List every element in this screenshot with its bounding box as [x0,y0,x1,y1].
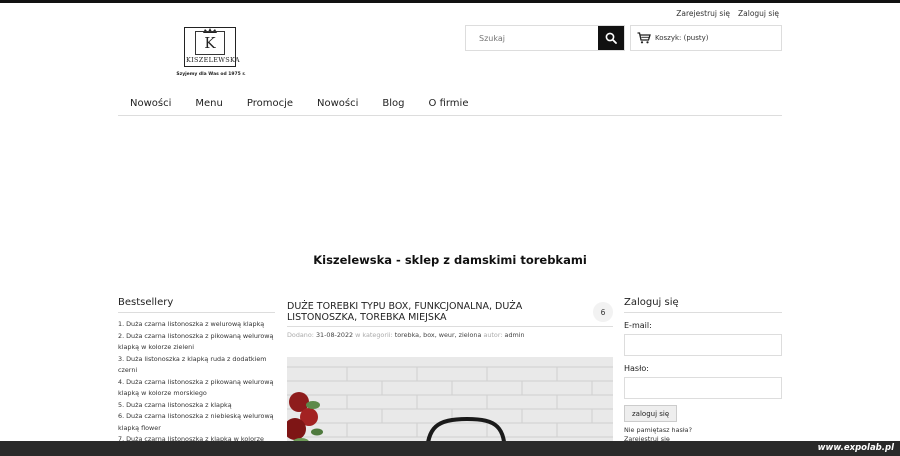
cart-icon [637,32,651,44]
nav-item-nowosci-2[interactable]: Nowości [317,98,358,109]
nav-item-promocje[interactable]: Promocje [247,98,293,109]
logo-tagline: Szyjemy dla Was od 1975 r. [176,72,246,77]
account-links: Zarejestruj się Zaloguj się [676,9,779,18]
list-item[interactable]: 1. Duża czarna listonoszka z welurową kl… [118,319,275,331]
list-item[interactable]: 6. Duża czarna listonoszka z niebieską w… [118,411,275,434]
comment-count-badge[interactable]: 6 [593,302,613,322]
category-label: w kategorii: [355,331,393,339]
password-field[interactable] [624,377,782,399]
bestsellers-panel: Bestsellery 1. Duża czarna listonoszka z… [118,297,275,456]
top-bar [0,0,900,3]
email-field[interactable] [624,334,782,356]
search-input[interactable] [466,26,600,50]
list-item[interactable]: 4. Duża czarna listonoszka z pikowaną we… [118,377,275,400]
list-item[interactable]: 5. Duża czarna listonoszka z klapką [118,400,275,412]
nav-item-nowosci[interactable]: Nowości [130,98,171,109]
login-button[interactable]: zaloguj się [624,405,678,422]
post-categories[interactable]: torebka, box, weur, zielona [395,331,482,339]
email-label: E-mail: [624,321,652,330]
divider [287,326,613,327]
main-nav: Nowości Menu Promocje Nowości Blog O fir… [118,92,782,116]
search-button[interactable] [598,26,624,50]
search-box [465,25,625,51]
list-item[interactable]: 2. Duża czarna listonoszka z pikowaną we… [118,331,275,354]
post-title[interactable]: DUŻE TOREBKI TYPU BOX, FUNKCJONALNA, DUŻ… [287,301,583,323]
author-label: autor: [483,331,503,339]
login-link[interactable]: Zaloguj się [738,9,779,18]
logo-name: KISZELEWSKA [186,56,240,64]
search-icon [605,32,617,44]
logo-monogram: K [195,31,225,55]
watermark: www.expolab.pl [817,443,894,453]
added-label: Dodano: [287,331,314,339]
post-author[interactable]: admin [505,331,525,339]
password-label: Hasło: [624,364,649,373]
list-item[interactable]: 3. Duża listonoszka z klapką ruda z doda… [118,354,275,377]
bestsellers-title: Bestsellery [118,297,275,313]
nav-item-o-firmie[interactable]: O firmie [429,98,469,109]
post-date: 31-08-2022 [315,331,354,339]
forgot-password-link[interactable]: Nie pamiętasz hasła? [624,426,782,434]
register-link[interactable]: Zarejestruj się [676,9,730,18]
cart-label: Koszyk: (pusty) [655,34,709,42]
nav-item-blog[interactable]: Blog [382,98,404,109]
logo[interactable]: K KISZELEWSKA Szyjemy dla Was od 1975 r. [176,27,246,81]
footer-bar [0,441,900,456]
nav-item-menu[interactable]: Menu [195,98,222,109]
page-title: Kiszelewska - sklep z damskimi torebkami [313,253,587,267]
login-panel: Zaloguj się E-mail: Hasło: zaloguj się N… [624,297,782,443]
post-meta: Dodano: 31-08-2022 w kategorii: torebka,… [287,331,613,339]
blog-post: DUŻE TOREBKI TYPU BOX, FUNKCJONALNA, DUŻ… [287,301,613,456]
login-title: Zaloguj się [624,297,782,313]
cart-button[interactable]: Koszyk: (pusty) [630,25,782,51]
bestsellers-list: 1. Duża czarna listonoszka z welurową kl… [118,319,275,456]
